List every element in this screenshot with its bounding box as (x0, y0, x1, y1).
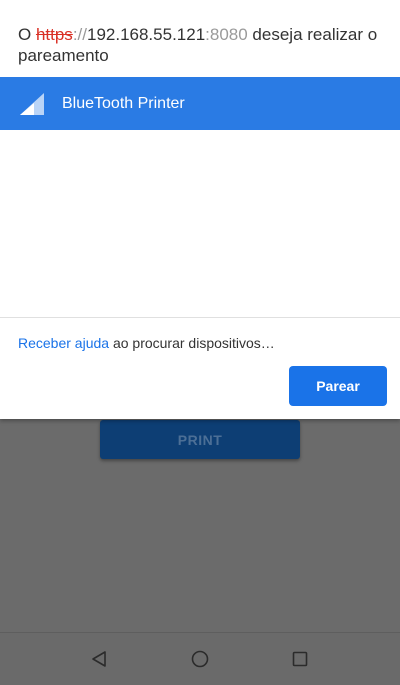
signal-strength-icon (20, 93, 44, 115)
divider (0, 317, 400, 318)
screen: PRINT O https://192.168.55.121:8080 dese… (0, 0, 400, 685)
title-prefix: O (18, 25, 36, 44)
bluetooth-pairing-dialog: O https://192.168.55.121:8080 deseja rea… (0, 0, 400, 419)
host-address: 192.168.55.121 (86, 25, 206, 44)
help-text: Receber ajuda ao procurar dispositivos… (18, 334, 275, 352)
recents-square-icon[interactable] (288, 647, 312, 671)
device-list-empty-area (0, 130, 400, 317)
home-circle-icon[interactable] (188, 647, 212, 671)
insecure-scheme: https (35, 25, 73, 44)
back-triangle-icon[interactable] (88, 647, 112, 671)
device-list-item[interactable]: BlueTooth Printer (0, 77, 400, 130)
device-name: BlueTooth Printer (62, 95, 185, 112)
dialog-title: O https://192.168.55.121:8080 deseja rea… (18, 24, 388, 66)
help-link[interactable]: Receber ajuda (18, 335, 109, 351)
pair-button[interactable]: Parear (289, 366, 387, 406)
host-port: :8080 (205, 25, 248, 44)
print-button[interactable]: PRINT (100, 420, 300, 459)
navigation-bar (0, 632, 400, 685)
help-rest-text: ao procurar dispositivos… (109, 335, 275, 351)
scheme-separator: :// (72, 25, 87, 44)
